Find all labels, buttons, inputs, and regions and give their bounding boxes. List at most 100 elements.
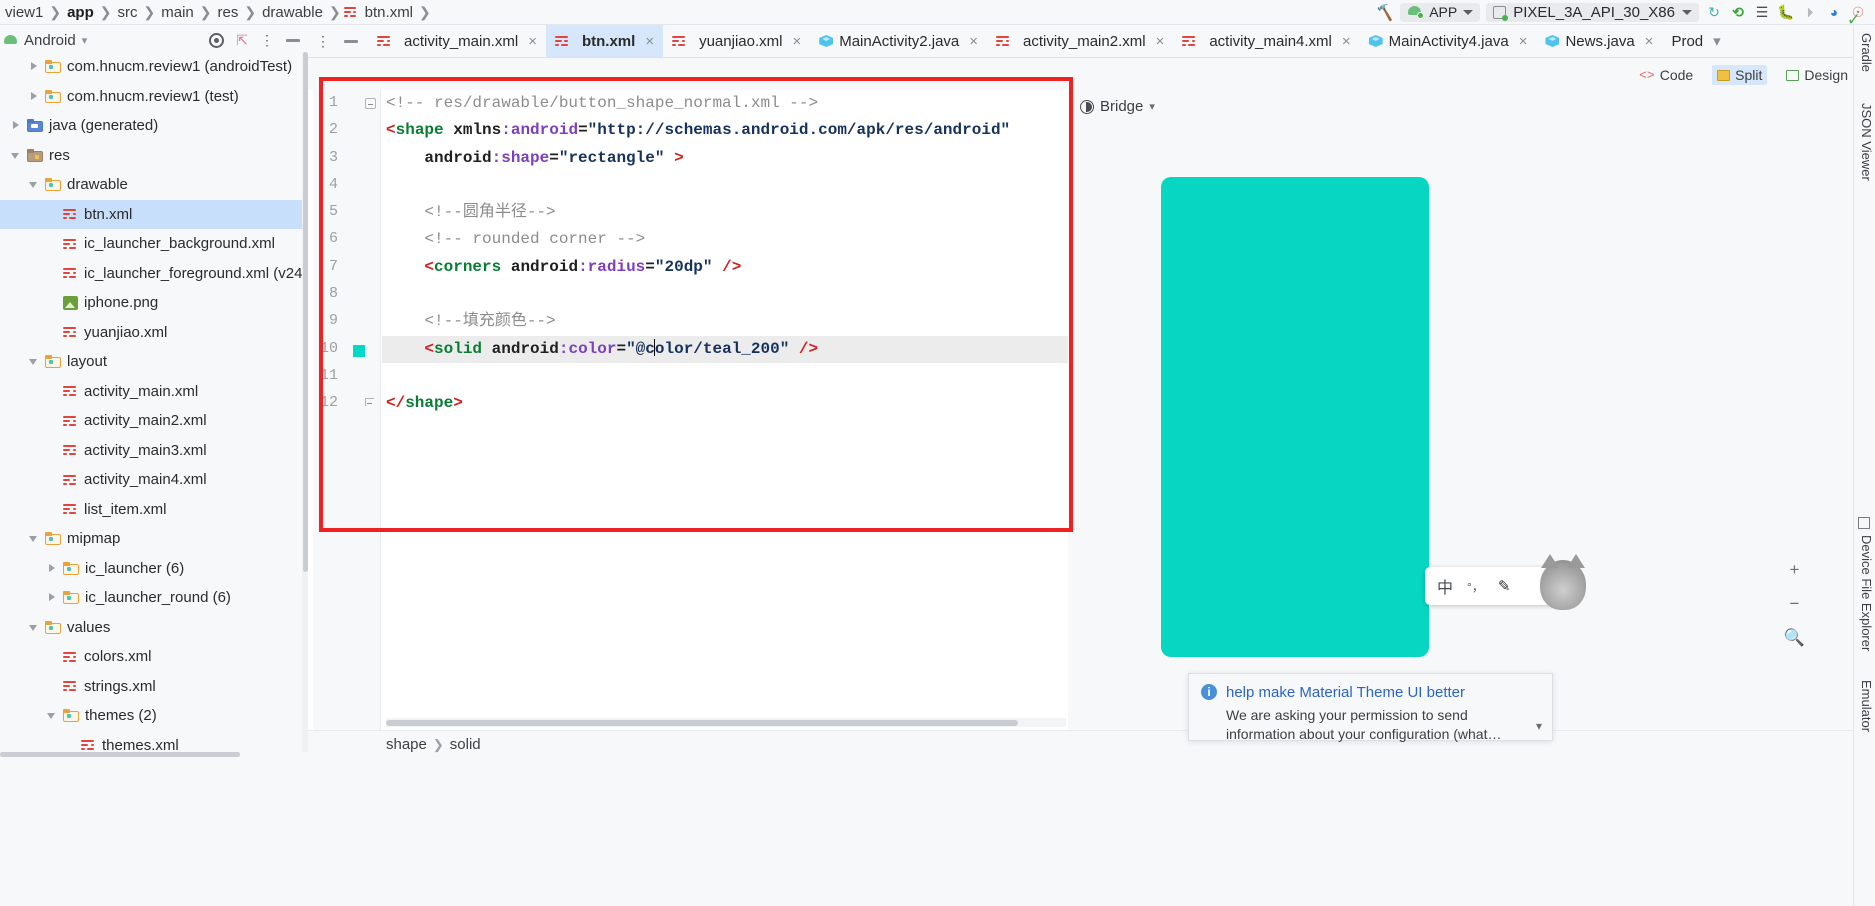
code-line[interactable]: <corners android:radius="20dp" /> — [386, 254, 1068, 281]
code-line[interactable]: <!--圆角半径--> — [386, 199, 1068, 226]
tree-item-java-generated-[interactable]: java (generated) — [0, 111, 302, 141]
gutter-line[interactable]: 3 — [313, 145, 380, 172]
gutter-line[interactable]: 9 — [313, 308, 380, 335]
chevron-right-icon[interactable] — [46, 562, 59, 575]
zoom-fit-icon[interactable]: 🔍 — [1784, 628, 1805, 648]
gutter-line[interactable]: 11 — [313, 363, 380, 390]
tab-code[interactable]: <> Code — [1634, 65, 1698, 85]
tree-item-ic-launcher-foreground-xml-v24-[interactable]: ic_launcher_foreground.xml (v24) — [0, 259, 302, 289]
tree-item-activity-main4-xml[interactable]: activity_main4.xml — [0, 465, 302, 495]
tree-item-res[interactable]: res — [0, 141, 302, 171]
tree-item-themes-xml[interactable]: themes.xml — [0, 731, 302, 753]
build-hammer-icon[interactable]: 🔨 — [1374, 1, 1396, 22]
run-icon[interactable]: ⏵ — [1801, 3, 1819, 21]
breadcrumb-item-drawable[interactable]: drawable — [259, 4, 326, 21]
breadcrumb-item-project[interactable]: view1 — [2, 4, 46, 21]
breadcrumb-item-file[interactable]: btn.xml — [362, 4, 416, 21]
editor-breadcrumb-shape[interactable]: shape — [386, 736, 427, 753]
tree-item-ic-launcher-round-6-[interactable]: ic_launcher_round (6) — [0, 583, 302, 613]
tree-item-activity-main3-xml[interactable]: activity_main3.xml — [0, 436, 302, 466]
zoom-out-icon[interactable]: − — [1789, 594, 1799, 614]
gutter-line[interactable]: 4 — [313, 172, 380, 199]
chevron-down-icon[interactable] — [28, 178, 41, 191]
project-view-label[interactable]: Android — [24, 32, 76, 49]
run-configuration-selector[interactable]: APP — [1400, 3, 1480, 22]
chevron-down-icon[interactable] — [28, 621, 41, 634]
balloon-title[interactable]: help make Material Theme UI better — [1226, 684, 1465, 701]
chevron-down-icon[interactable]: ▾ — [1536, 719, 1542, 733]
breadcrumb-item-src[interactable]: src — [115, 4, 141, 21]
color-swatch-icon[interactable] — [353, 345, 365, 357]
code-line[interactable]: </shape> — [386, 390, 1068, 417]
tab-prod[interactable]: Prod▾ — [1662, 25, 1729, 58]
hide-icon[interactable] — [344, 40, 358, 43]
chevron-down-icon[interactable]: ▾ — [1713, 32, 1721, 50]
project-file-tree[interactable]: com.hnucm.review1 (androidTest)com.hnucm… — [0, 52, 302, 752]
more-options-icon[interactable]: ⋮ — [316, 37, 330, 45]
editor-scrollbar-thumb[interactable] — [386, 720, 1018, 726]
tree-item-com-hnucm-review1-test-[interactable]: com.hnucm.review1 (test) — [0, 82, 302, 112]
tree-item-strings-xml[interactable]: strings.xml — [0, 672, 302, 702]
chevron-down-icon[interactable]: ▾ — [82, 34, 88, 47]
close-icon[interactable]: × — [1156, 33, 1165, 50]
tree-item-layout[interactable]: layout — [0, 347, 302, 377]
ime-punctuation-label[interactable]: °， — [1467, 578, 1484, 595]
tree-item-yuanjiao-xml[interactable]: yuanjiao.xml — [0, 318, 302, 348]
tree-item-list-item-xml[interactable]: list_item.xml — [0, 495, 302, 525]
device-explorer-icon[interactable] — [1858, 517, 1870, 529]
renderer-selector[interactable]: Bridge ▾ — [1080, 98, 1155, 115]
code-text-area[interactable]: <!-- res/drawable/button_shape_normal.xm… — [382, 90, 1068, 735]
debug-icon[interactable]: 🐛 — [1777, 3, 1795, 21]
ime-floating-toolbar[interactable]: 中 °， ✎ — [1425, 567, 1555, 605]
tree-item-ic-launcher-6-[interactable]: ic_launcher (6) — [0, 554, 302, 584]
code-fold-toggle[interactable] — [365, 98, 376, 109]
close-icon[interactable]: × — [792, 33, 801, 50]
tab-btn-xml[interactable]: btn.xml× — [546, 25, 663, 58]
ime-mode-label[interactable]: 中 — [1437, 574, 1453, 598]
close-icon[interactable]: × — [528, 33, 537, 50]
tree-item-drawable[interactable]: drawable — [0, 170, 302, 200]
avd-manager-icon[interactable]: ⟲ — [1729, 3, 1747, 21]
code-line[interactable]: <!-- rounded corner --> — [386, 226, 1068, 253]
chevron-down-icon[interactable] — [46, 709, 59, 722]
collapse-all-icon[interactable]: ⇱ — [236, 32, 248, 49]
tool-window-json-viewer[interactable]: JSON Viewer — [1856, 103, 1874, 181]
close-icon[interactable]: × — [969, 33, 978, 50]
tool-window-gradle[interactable]: Gradle — [1856, 33, 1874, 72]
code-line[interactable] — [386, 363, 1068, 390]
breadcrumb-item-main[interactable]: main — [158, 4, 197, 21]
tab-news-java[interactable]: News.java× — [1536, 25, 1662, 58]
chevron-right-icon[interactable] — [10, 119, 23, 132]
editor-breadcrumb-solid[interactable]: solid — [450, 736, 481, 753]
code-line[interactable]: <!-- res/drawable/button_shape_normal.xm… — [386, 90, 1068, 117]
chevron-down-icon[interactable] — [28, 355, 41, 368]
chevron-down-icon[interactable] — [10, 149, 23, 162]
gutter-line[interactable]: 8 — [313, 281, 380, 308]
chevron-right-icon[interactable] — [28, 60, 41, 73]
more-options-icon[interactable]: ⋮ — [260, 36, 274, 44]
pen-icon[interactable]: ✎ — [1498, 577, 1511, 595]
tree-item-iphone-png[interactable]: iphone.png — [0, 288, 302, 318]
sync-icon[interactable]: ↻ — [1705, 3, 1723, 21]
gutter-line[interactable]: 2 — [313, 117, 380, 144]
chevron-right-icon[interactable] — [28, 90, 41, 103]
target-icon[interactable] — [209, 33, 224, 48]
tool-window-device-file-explorer[interactable]: Device File Explorer — [1856, 535, 1874, 651]
tree-item-values[interactable]: values — [0, 613, 302, 643]
close-icon[interactable]: × — [1645, 33, 1654, 50]
code-line[interactable]: <solid android:color="@color/teal_200" /… — [382, 336, 1068, 363]
close-icon[interactable]: × — [645, 33, 654, 50]
tree-item-activity-main-xml[interactable]: activity_main.xml — [0, 377, 302, 407]
code-line[interactable] — [386, 172, 1068, 199]
hide-icon[interactable] — [286, 39, 300, 42]
zoom-in-icon[interactable]: + — [1789, 560, 1799, 580]
chevron-right-icon[interactable] — [46, 591, 59, 604]
tree-item-colors-xml[interactable]: colors.xml — [0, 642, 302, 672]
tool-window-emulator[interactable]: Emulator — [1856, 680, 1874, 732]
tab-mainactivity2-java[interactable]: MainActivity2.java× — [810, 25, 987, 58]
tab-activity-main4-xml[interactable]: activity_main4.xml× — [1173, 25, 1359, 58]
tree-item-activity-main2-xml[interactable]: activity_main2.xml — [0, 406, 302, 436]
tree-item-ic-launcher-background-xml[interactable]: ic_launcher_background.xml — [0, 229, 302, 259]
ime-avatar-icon[interactable] — [1540, 560, 1586, 610]
gutter-line[interactable]: 10 — [313, 336, 380, 363]
